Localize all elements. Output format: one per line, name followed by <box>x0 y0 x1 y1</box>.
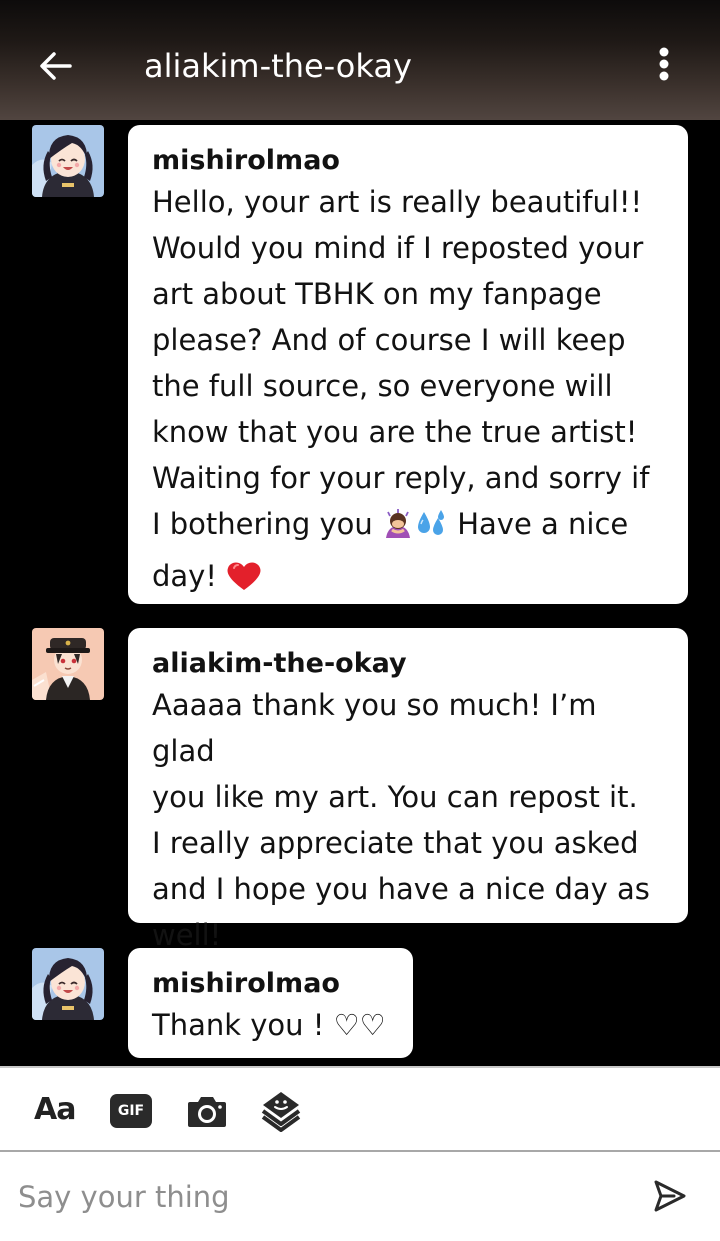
avatar-aliakim-the-okay[interactable] <box>32 628 104 700</box>
message-composer <box>0 1152 720 1241</box>
message-text-part: Hello, your art is really beautiful!! Wo… <box>152 185 650 541</box>
sticker-icon[interactable] <box>260 1089 302 1133</box>
sweat-droplets-emoji <box>414 507 448 553</box>
message-text: Thank you ! ♡♡ <box>152 1008 386 1042</box>
message-input[interactable] <box>18 1172 618 1222</box>
more-options-icon[interactable] <box>648 44 680 88</box>
conversation-header: aliakim-the-okay <box>0 0 720 120</box>
message-username[interactable]: mishirolmao <box>152 143 666 179</box>
message-bubble: mishirolmao Hello, your art is really be… <box>128 125 688 604</box>
message-bubble: mishirolmao Thank you ! ♡♡ <box>128 948 413 1058</box>
message-username[interactable]: aliakim-the-okay <box>152 646 666 682</box>
gif-button[interactable]: GIF <box>110 1094 152 1128</box>
back-arrow-icon[interactable] <box>34 44 78 88</box>
woman-bowing-emoji <box>382 507 414 553</box>
send-icon[interactable] <box>652 1178 688 1214</box>
conversation-title: aliakim-the-okay <box>144 47 412 85</box>
message-text: Aaaaa thank you so much! I’m glad you li… <box>152 688 650 952</box>
message-text: Hello, your art is really beautiful!! Wo… <box>152 179 666 605</box>
text-format-button[interactable]: Aa <box>34 1092 76 1136</box>
composer-toolbar: Aa GIF <box>0 1066 720 1152</box>
red-heart-emoji <box>226 559 262 605</box>
message-username[interactable]: mishirolmao <box>152 966 391 1002</box>
message-bubble: aliakim-the-okay Aaaaa thank you so much… <box>128 628 688 952</box>
avatar-mishirolmao[interactable] <box>32 948 104 1020</box>
camera-icon[interactable] <box>186 1092 228 1130</box>
avatar-mishirolmao[interactable] <box>32 125 104 197</box>
